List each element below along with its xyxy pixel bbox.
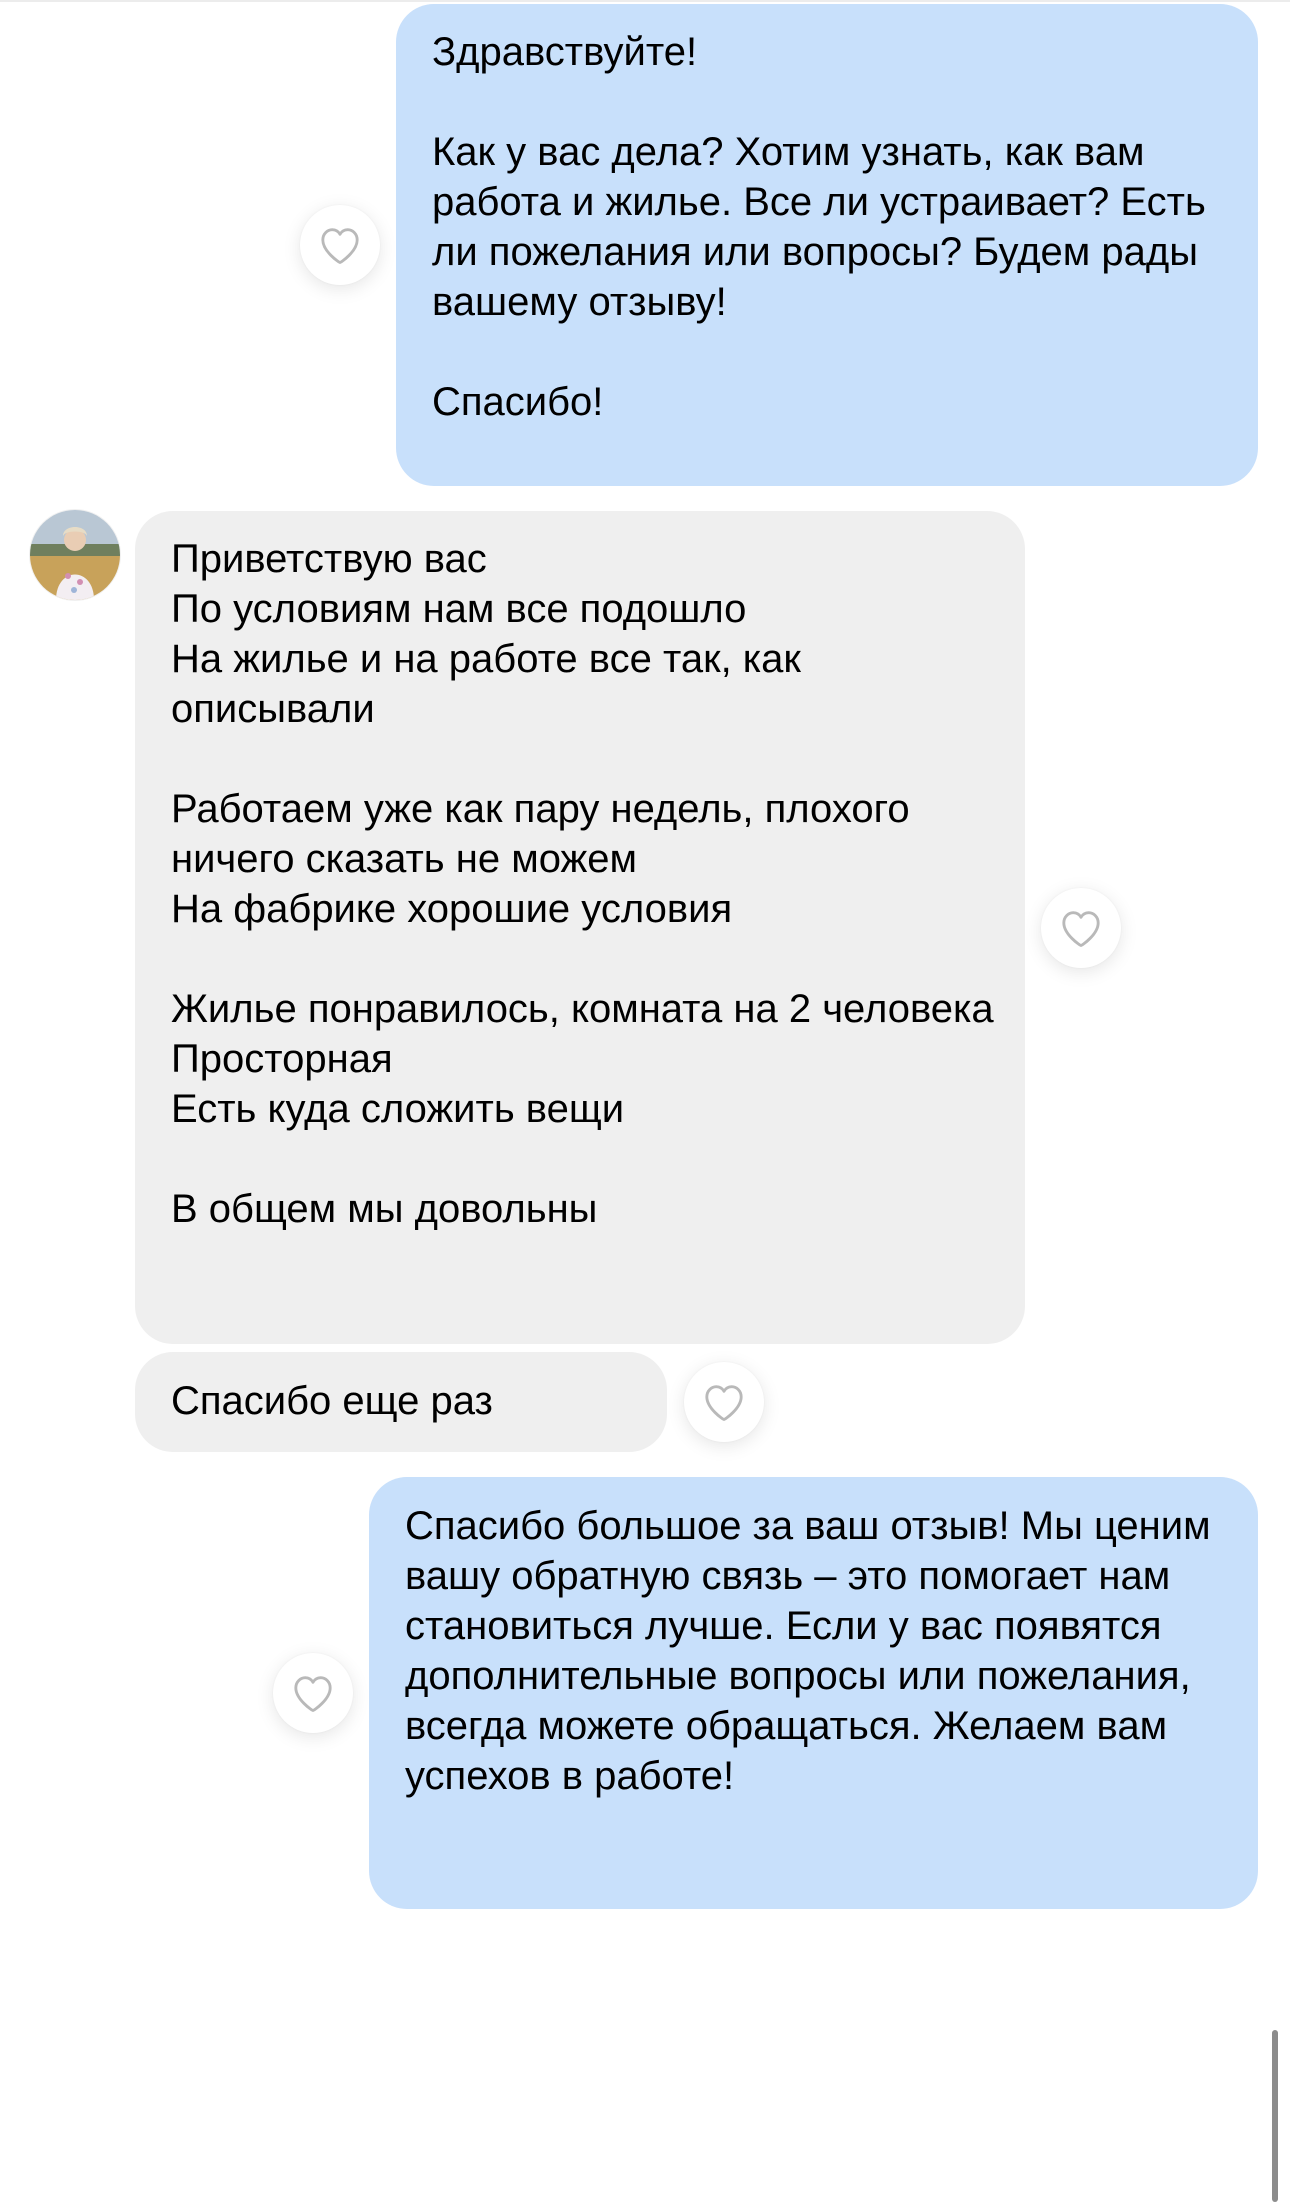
heart-outline-icon xyxy=(1062,911,1100,947)
top-divider xyxy=(0,0,1290,2)
contact-avatar[interactable] xyxy=(30,510,120,600)
like-button[interactable] xyxy=(684,1362,764,1442)
outgoing-message-bubble[interactable]: Здравствуйте! Как у вас дела? Хотим узна… xyxy=(396,4,1258,486)
like-button[interactable] xyxy=(273,1653,353,1733)
incoming-message-bubble[interactable]: Приветствую вас По условиям нам все подо… xyxy=(135,511,1025,1344)
outgoing-message-bubble[interactable]: Спасибо большое за ваш отзыв! Мы ценим в… xyxy=(369,1477,1258,1909)
avatar-photo xyxy=(30,510,120,600)
heart-outline-icon xyxy=(294,1676,332,1712)
like-button[interactable] xyxy=(1041,888,1121,968)
like-button[interactable] xyxy=(300,205,380,285)
incoming-message-bubble[interactable]: Спасибо еще раз xyxy=(135,1352,667,1452)
vertical-scrollbar[interactable] xyxy=(1272,2030,1278,2202)
heart-outline-icon xyxy=(705,1385,743,1421)
heart-outline-icon xyxy=(321,228,359,264)
